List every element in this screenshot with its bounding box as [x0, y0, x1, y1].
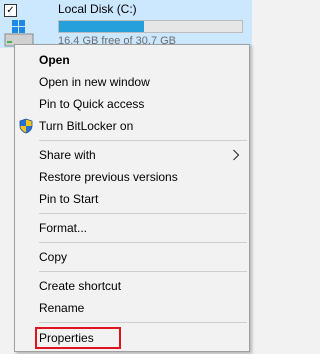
drive-header[interactable]: ✓ Local Disk (C:) 16.4 GB free of 30.7 G…: [0, 0, 252, 48]
menu-item-label: Restore previous versions: [39, 170, 178, 184]
menu-item-label: Copy: [39, 250, 68, 264]
context-menu: Open Open in new window Pin to Quick acc…: [14, 44, 250, 352]
menu-item-open-new-window[interactable]: Open in new window: [15, 71, 249, 93]
drive-usage-bar: [58, 20, 243, 33]
shield-icon: [19, 118, 33, 134]
menu-item-pin-quick-access[interactable]: Pin to Quick access: [15, 93, 249, 115]
menu-item-create-shortcut[interactable]: Create shortcut: [15, 275, 249, 297]
menu-separator: [39, 140, 247, 141]
menu-separator: [39, 242, 247, 243]
menu-item-label: Share with: [39, 148, 96, 162]
menu-item-rename[interactable]: Rename: [15, 297, 249, 319]
menu-item-label: Open in new window: [39, 75, 150, 89]
drive-usage-fill: [59, 21, 145, 32]
menu-separator: [39, 271, 247, 272]
menu-item-pin-to-start[interactable]: Pin to Start: [15, 188, 249, 210]
menu-item-label: Rename: [39, 301, 85, 315]
menu-item-open[interactable]: Open: [15, 49, 249, 71]
menu-separator: [39, 322, 247, 323]
chevron-right-icon: [233, 149, 240, 161]
menu-item-label: Pin to Start: [39, 192, 99, 206]
menu-item-label: Format...: [39, 221, 88, 235]
drive-checkbox[interactable]: ✓: [4, 4, 17, 17]
menu-item-label: Open: [39, 53, 70, 67]
menu-item-format[interactable]: Format...: [15, 217, 249, 239]
menu-item-restore-previous-versions[interactable]: Restore previous versions: [15, 166, 249, 188]
menu-item-share-with[interactable]: Share with: [15, 144, 249, 166]
properties-highlight-box: [35, 327, 121, 349]
menu-item-bitlocker[interactable]: Turn BitLocker on: [15, 115, 249, 137]
menu-separator: [39, 213, 247, 214]
menu-item-copy[interactable]: Copy: [15, 246, 249, 268]
menu-item-label: Create shortcut: [39, 279, 122, 293]
drive-name: Local Disk (C:): [58, 2, 137, 16]
menu-item-label: Turn BitLocker on: [39, 119, 134, 133]
menu-item-label: Pin to Quick access: [39, 97, 145, 111]
